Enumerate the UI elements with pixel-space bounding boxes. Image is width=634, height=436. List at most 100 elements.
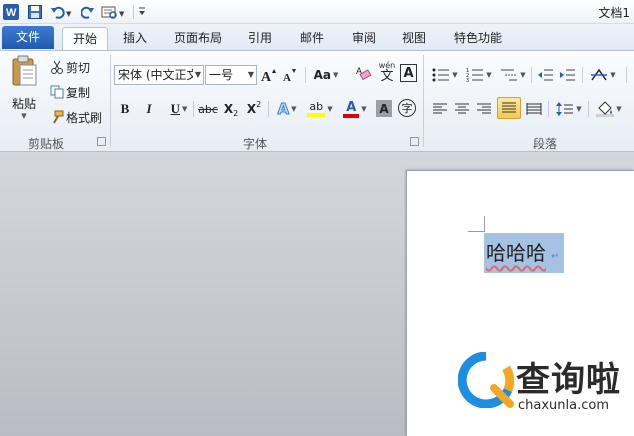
font-family-dropdown-icon[interactable]: ▼ [192,66,201,84]
copy-button[interactable]: 复制 [48,82,90,102]
undo-icon[interactable]: ▼ [48,3,76,21]
paragraph-separator [582,67,583,83]
bold-button[interactable]: B [116,99,134,119]
svg-text:A: A [261,70,272,82]
tab-references[interactable]: 引用 [240,27,280,50]
enclose-characters-button[interactable]: 字 [398,99,416,117]
svg-text:▼: ▼ [66,10,72,18]
font-separator [305,67,306,83]
svg-text:3: 3 [466,78,469,82]
font-group-label: 字体 [242,137,267,151]
font-family-combo[interactable]: 宋体 (中文正文 ▼ [114,65,204,85]
copy-label: 复制 [66,85,91,100]
tab-insert[interactable]: 插入 [114,27,156,50]
bullets-button[interactable]: ▼ [430,65,460,85]
print-preview-icon[interactable]: ▼ [100,3,128,21]
font-dialog-launcher[interactable] [410,137,419,146]
format-painter-label: 格式刷 [66,110,103,125]
change-case-label: Aa [313,68,331,82]
change-case-button[interactable]: Aa ▼ [312,65,340,85]
character-shading-button[interactable]: A [376,100,392,117]
strikethrough-button[interactable]: abc [197,99,219,119]
line-spacing-button[interactable]: ▼ [554,99,584,119]
clear-formatting-icon[interactable]: A [354,63,374,83]
watermark-url: chaxunla.com [518,398,609,413]
tab-mailings[interactable]: 邮件 [292,27,332,50]
align-center-icon[interactable] [452,99,472,119]
redo-icon[interactable] [80,3,96,21]
tab-page-layout[interactable]: 页面布局 [166,27,230,50]
tab-home[interactable]: 开始 [62,27,108,51]
tab-review[interactable]: 审阅 [344,27,384,50]
line-spacing-dropdown-icon[interactable]: ▼ [576,105,581,113]
text-effects-dropdown-icon[interactable]: ▼ [291,105,296,113]
numbering-dropdown-icon[interactable]: ▼ [486,71,491,79]
paste-dropdown-icon[interactable]: ▼ [21,112,26,120]
font-size-value: 一号 [209,68,234,82]
character-border-button[interactable]: A [400,64,417,82]
multilevel-list-button[interactable]: ▼ [498,65,528,85]
font-size-dropdown-icon[interactable]: ▼ [248,66,254,84]
bullets-dropdown-icon[interactable]: ▼ [452,71,457,79]
italic-button[interactable]: I [140,99,158,119]
watermark: 查询啦 chaxunla.com [458,352,634,416]
paragraph-group-label: 段落 [532,137,557,151]
text-effects-button[interactable]: A ▼ [274,99,300,119]
font-size-combo[interactable]: 一号 ▼ [205,65,257,85]
font-color-label: A [346,99,357,115]
clipboard-group-label: 剪贴板 [27,137,64,151]
qa-separator [132,5,134,19]
decrease-indent-icon[interactable] [536,65,556,85]
paragraph-mark: ↵ [551,251,560,262]
phonetic-char: 文 [380,69,394,84]
grow-font-icon[interactable]: A [260,65,278,85]
clipboard-dialog-launcher[interactable] [97,137,106,146]
subscript-button[interactable]: X2 [221,99,241,119]
distributed-icon[interactable] [524,99,544,119]
multilevel-dropdown-icon[interactable]: ▼ [520,71,525,79]
chinese-layout-dropdown-icon[interactable]: ▼ [610,71,615,79]
align-left-icon[interactable] [430,99,450,119]
group-separator [110,55,111,147]
ribbon-home: 粘贴 ▼ 剪切 复制 格式刷 剪贴板 宋体 (中文正文 ▼ 一号 ▼ A A A… [0,50,634,152]
subscript-x: X [223,102,234,116]
tab-view[interactable]: 视图 [394,27,434,50]
document-title: 文档1 [598,6,630,20]
copy-icon [48,85,66,99]
change-case-dropdown-icon[interactable]: ▼ [333,71,338,79]
subscript-mark: 2 [233,108,239,118]
cut-button[interactable]: 剪切 [48,57,90,77]
increase-indent-icon[interactable] [558,65,578,85]
chinese-layout-button[interactable]: ▼ [588,65,618,85]
shrink-font-icon[interactable]: A [281,65,299,85]
shading-button[interactable]: ▼ [594,99,624,119]
customize-qa-icon[interactable] [136,3,148,21]
underline-label: U [170,101,180,116]
paste-button[interactable]: 粘贴 ▼ [4,55,44,133]
cut-label: 剪切 [66,60,91,75]
phonetic-guide-button[interactable]: wén 文 [376,61,398,85]
document-text[interactable]: 哈哈哈 [486,237,546,266]
superscript-button[interactable]: X2 [244,99,264,119]
underline-dropdown-icon[interactable]: ▼ [182,105,187,113]
shading-dropdown-icon[interactable]: ▼ [616,105,621,113]
highlight-dropdown-icon[interactable]: ▼ [327,105,332,113]
group-separator [423,55,424,147]
tab-special-features[interactable]: 特色功能 [446,27,510,50]
tab-file[interactable]: 文件 [2,26,54,49]
word-app-icon[interactable]: W [2,3,20,21]
align-right-icon[interactable] [474,99,494,119]
underline-button[interactable]: U ▼ [164,99,194,119]
format-painter-button[interactable]: 格式刷 [48,107,102,127]
font-color-button[interactable]: A ▼ [340,97,370,121]
text-highlight-button[interactable]: ab ▼ [304,97,336,121]
justify-icon[interactable] [497,97,521,119]
svg-text:▼: ▼ [119,10,125,18]
font-color-dropdown-icon[interactable]: ▼ [361,105,366,113]
paragraph-separator [548,101,549,117]
save-icon[interactable] [26,3,44,21]
superscript-x: X [246,102,257,116]
title-bar: W ▼ ▼ 文档1 [0,0,634,24]
bullets-icon [432,68,450,82]
numbering-button[interactable]: 1 2 3 ▼ [464,65,494,85]
